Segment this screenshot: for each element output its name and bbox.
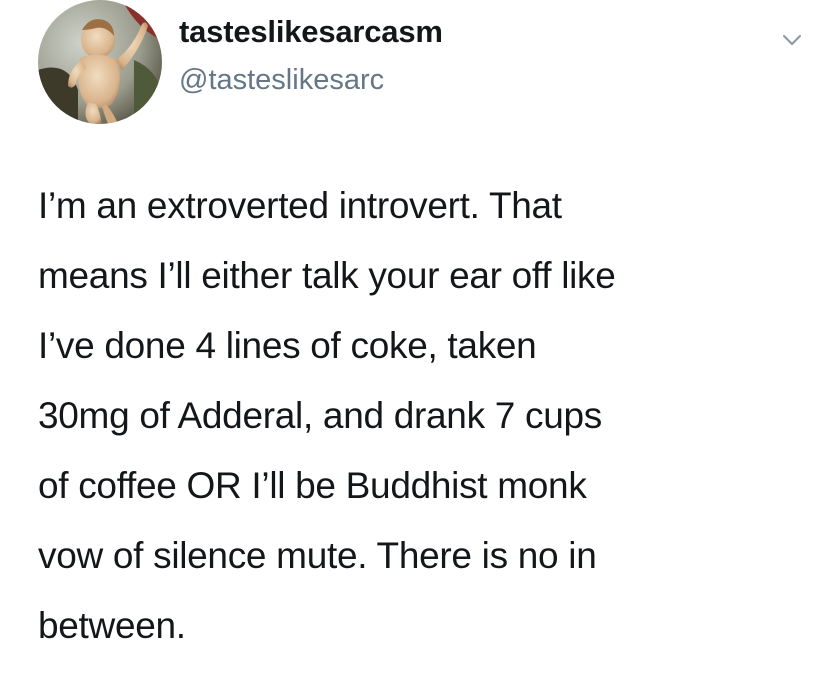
tweet-text-line: vow of silence mute. There is no in (38, 535, 597, 576)
tweet-text: I’m an extroverted introvert. That means… (38, 183, 808, 673)
cherub-avatar-icon (38, 0, 162, 124)
tweet-menu-button[interactable] (780, 28, 804, 52)
display-name[interactable]: tasteslikesarcasm (179, 14, 443, 50)
chevron-down-icon (783, 35, 801, 45)
avatar[interactable] (38, 0, 162, 124)
tweet-text-line: I’ve done 4 lines of coke, taken (38, 325, 537, 366)
user-handle[interactable]: @tasteslikesarc (179, 64, 384, 97)
tweet-text-line: means I’ll either talk your ear off like (38, 255, 616, 296)
tweet-text-line: between. (38, 605, 186, 646)
tweet-text-line: I’m an extroverted introvert. That (38, 185, 562, 226)
tweet-text-line: 30mg of Adderal, and drank 7 cups (38, 395, 602, 436)
tweet-text-line: of coffee OR I’ll be Buddhist monk (38, 465, 587, 506)
tweet-card: tasteslikesarcasm @tasteslikesarc I’m an… (0, 0, 828, 693)
